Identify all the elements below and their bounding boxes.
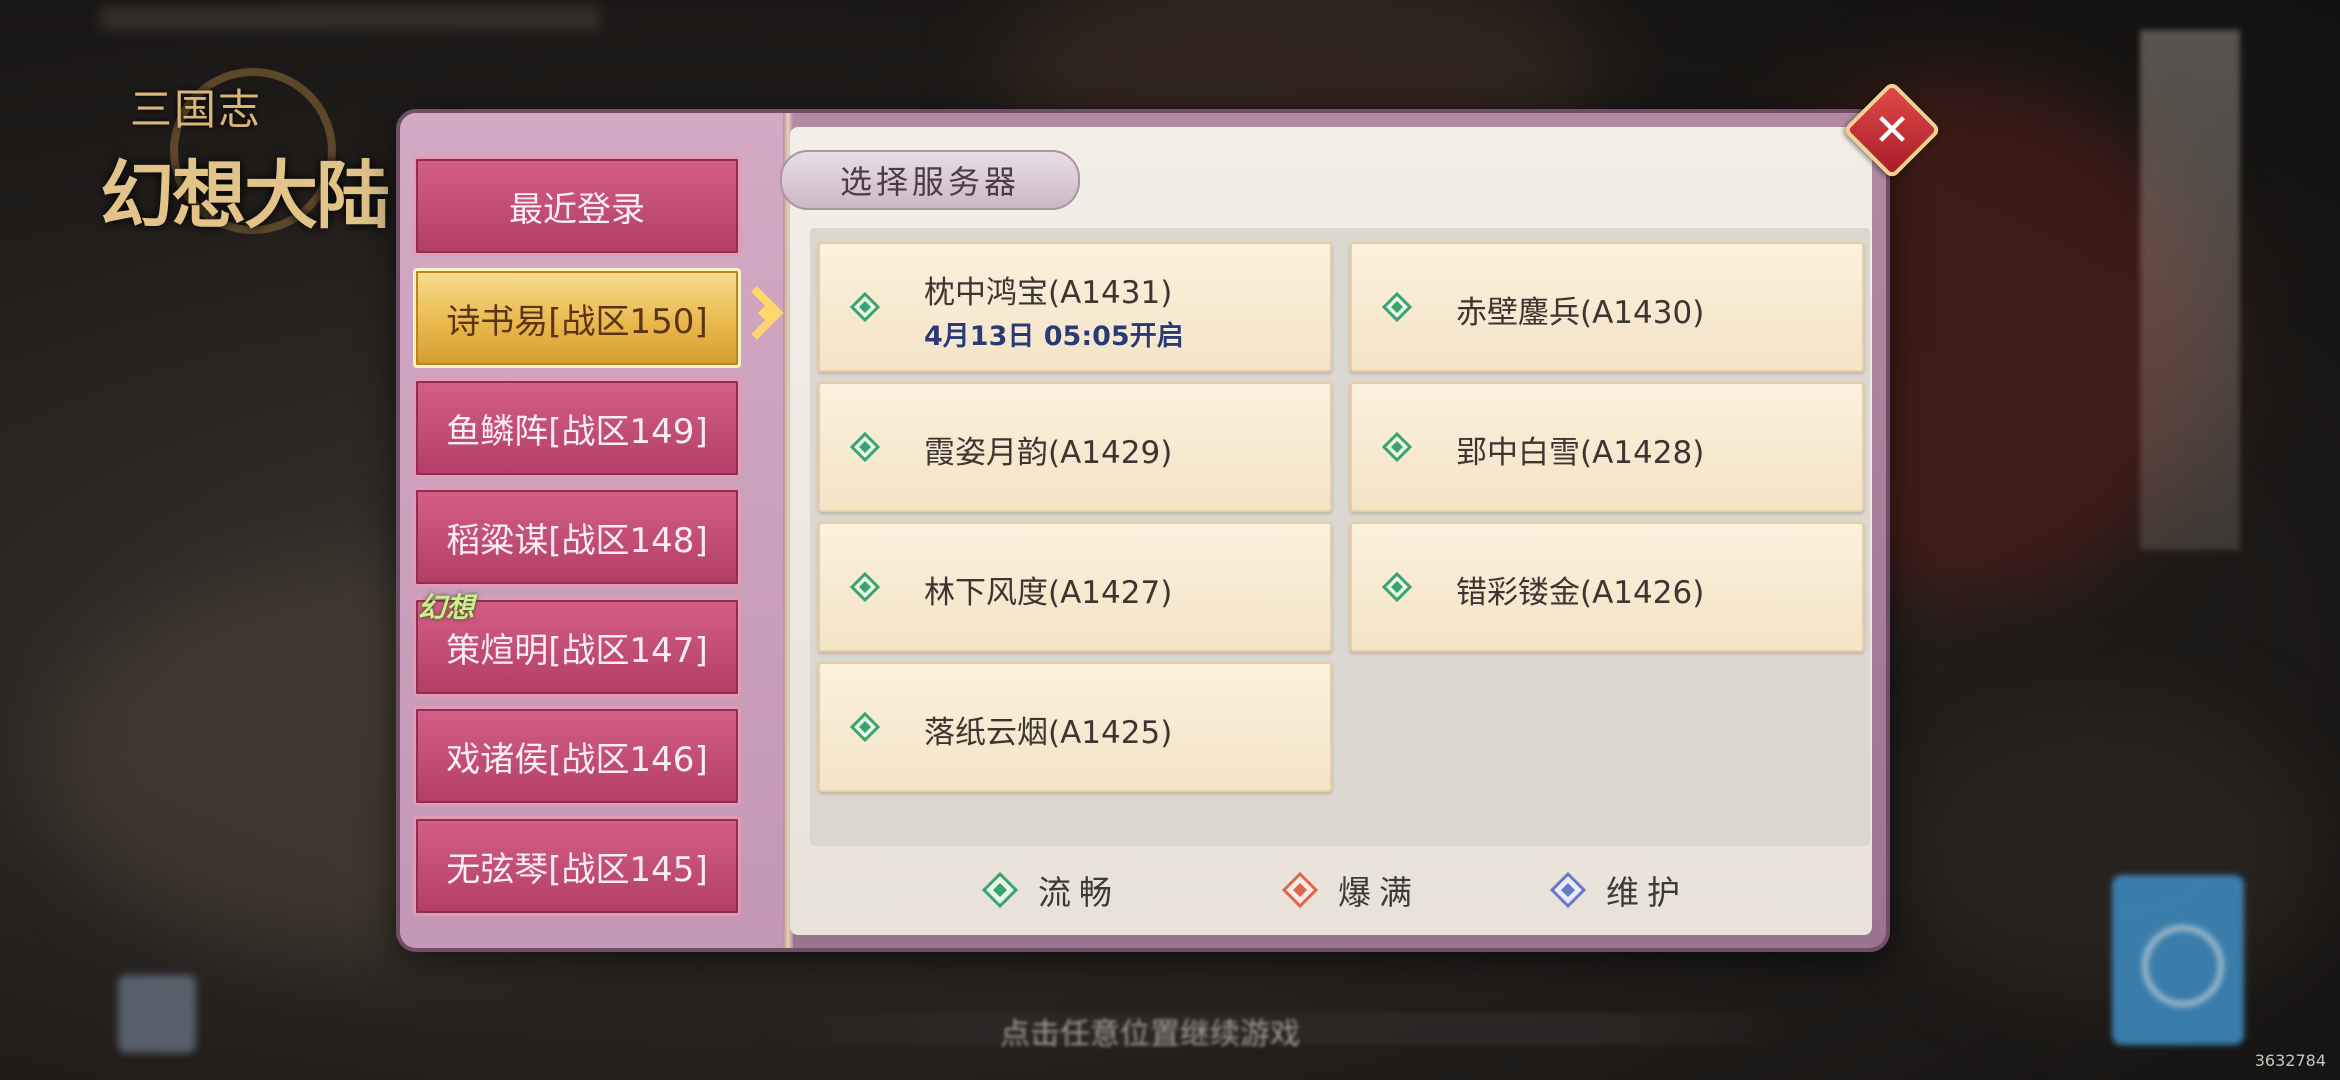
dialog-title: 选择服务器 xyxy=(780,150,1080,210)
server-name: 郢中白雪(A1428) xyxy=(1456,435,1705,471)
diamond-icon xyxy=(850,572,880,602)
watermark: 3632784 xyxy=(2254,1051,2326,1070)
diamond-icon xyxy=(850,712,880,742)
server-name: 霞姿月韵(A1429) xyxy=(924,435,1173,471)
legend-smooth: 流畅 xyxy=(982,866,1120,914)
diamond-icon xyxy=(1282,872,1318,908)
server-card[interactable]: 枕中鸿宝(A1431) 4月13日 05:05开启 xyxy=(818,242,1332,372)
active-tag: 幻想 xyxy=(418,591,475,624)
server-card[interactable]: 赤壁鏖兵(A1430) xyxy=(1350,242,1864,372)
server-card[interactable]: 错彩镂金(A1426) xyxy=(1350,522,1864,652)
legend-full-label: 爆满 xyxy=(1338,873,1420,912)
server-card[interactable]: 郢中白雪(A1428) xyxy=(1350,382,1864,512)
server-open-time: 4月13日 05:05开启 xyxy=(924,321,1184,352)
blurred-badge xyxy=(118,975,196,1053)
sidebar-item-zone-150[interactable]: 诗书易[战区150] xyxy=(413,268,741,368)
server-name: 赤壁鏖兵(A1430) xyxy=(1456,295,1705,331)
diamond-icon xyxy=(850,432,880,462)
zone-sidebar: 最近登录 诗书易[战区150] 鱼鳞阵[战区149] 稻粱谋[战区148] 策煊… xyxy=(400,113,793,948)
server-card[interactable]: 霞姿月韵(A1429) xyxy=(818,382,1332,512)
blurred-side-banner xyxy=(2140,30,2240,550)
sidebar-item-zone-145[interactable]: 无弦琴[战区145] xyxy=(413,816,741,916)
logo-line1: 三国志 xyxy=(130,85,263,134)
diamond-icon xyxy=(1382,572,1412,602)
server-name: 林下风度(A1427) xyxy=(924,575,1173,611)
chevron-right-icon xyxy=(748,283,788,343)
server-card[interactable]: 落纸云烟(A1425) xyxy=(818,662,1332,792)
close-icon: ✕ xyxy=(1873,104,1911,156)
legend-maintenance-label: 维护 xyxy=(1606,873,1688,912)
legend-full: 爆满 xyxy=(1282,866,1420,914)
legend-maintenance: 维护 xyxy=(1550,866,1688,914)
server-name: 错彩镂金(A1426) xyxy=(1456,575,1705,611)
blurred-status-bar xyxy=(100,6,600,30)
diamond-icon xyxy=(1382,432,1412,462)
server-name: 枕中鸿宝(A1431) xyxy=(924,275,1173,311)
sidebar-item-zone-146[interactable]: 戏诸侯[战区146] xyxy=(413,706,741,806)
blurred-event-card[interactable] xyxy=(2112,875,2244,1045)
logo-line2: 幻想大陆 xyxy=(100,153,390,239)
tap-to-continue-hint[interactable]: 点击任意位置继续游戏 xyxy=(760,1005,1800,1053)
server-name: 落纸云烟(A1425) xyxy=(924,715,1173,751)
sidebar-item-recent-login[interactable]: 最近登录 xyxy=(413,156,741,256)
server-list: 枕中鸿宝(A1431) 4月13日 05:05开启 赤壁鏖兵(A1430) 霞姿… xyxy=(810,228,1870,846)
diamond-icon xyxy=(982,872,1018,908)
sidebar-item-zone-148[interactable]: 稻粱谋[战区148] xyxy=(413,487,741,587)
legend-smooth-label: 流畅 xyxy=(1038,873,1120,912)
diamond-icon xyxy=(1382,292,1412,322)
tap-hint-text: 点击任意位置继续游戏 xyxy=(1000,1017,1300,1052)
server-card[interactable]: 林下风度(A1427) xyxy=(818,522,1332,652)
sidebar-item-zone-149[interactable]: 鱼鳞阵[战区149] xyxy=(413,378,741,478)
diamond-icon xyxy=(850,292,880,322)
diamond-icon xyxy=(1550,872,1586,908)
